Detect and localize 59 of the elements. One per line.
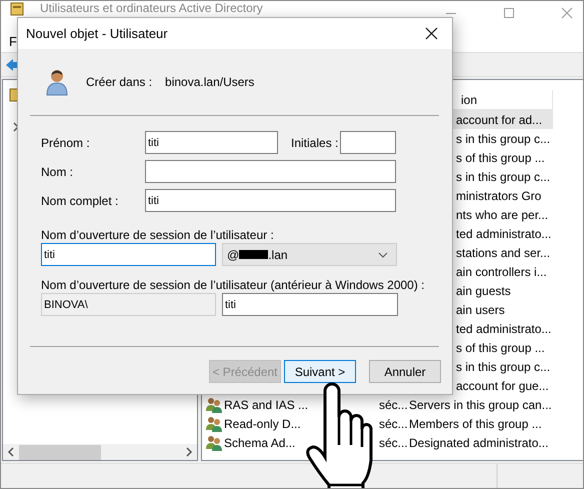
menu-item[interactable]: F bbox=[9, 34, 17, 49]
group-description: ain guests bbox=[456, 284, 511, 298]
group-icon bbox=[206, 396, 222, 412]
window-title: Utilisateurs et ordinateurs Active Directory bbox=[40, 1, 263, 15]
close-icon[interactable] bbox=[425, 27, 438, 40]
create-in-label: Créer dans : bbox=[86, 75, 152, 89]
group-description: account for gue... bbox=[456, 378, 549, 392]
dialog-title: Nouvel objet - Utilisateur bbox=[26, 26, 168, 41]
group-description: Members of this group ... bbox=[409, 416, 542, 430]
group-type: séc... bbox=[379, 398, 408, 412]
group-description: ted administrato... bbox=[456, 226, 552, 240]
field-label: Prénom : bbox=[41, 136, 91, 150]
scroll-thumb[interactable] bbox=[19, 444, 101, 460]
logon-name-field[interactable]: titi bbox=[41, 243, 216, 266]
group-description: ain controllers i... bbox=[456, 264, 547, 278]
group-description: Servers in this group can... bbox=[409, 398, 552, 412]
field-label: Initiales : bbox=[291, 136, 340, 150]
group-name: Schema Ad... bbox=[224, 436, 296, 450]
full-name-field[interactable]: titi bbox=[145, 189, 396, 212]
next-button[interactable]: Suivant > bbox=[284, 360, 356, 383]
group-description: ain users bbox=[456, 302, 505, 316]
column-header[interactable]: ion bbox=[454, 90, 478, 109]
group-name: RAS and IAS ... bbox=[224, 398, 308, 412]
scroll-right-icon[interactable] bbox=[185, 447, 193, 457]
field-label: Nom d’ouverture de session de l’utilisateur (antérieur à Windows 2000) : bbox=[41, 277, 426, 293]
chevron-down-icon[interactable] bbox=[378, 252, 388, 258]
group-description: ted administrato... bbox=[456, 322, 552, 336]
group-icon bbox=[206, 434, 222, 450]
first-name-field[interactable]: titi bbox=[145, 131, 278, 154]
chevron-icon[interactable] bbox=[12, 122, 20, 132]
group-description: s of this group ... bbox=[456, 340, 545, 354]
folder-icon bbox=[10, 2, 24, 16]
group-description: s of this group ... bbox=[456, 150, 545, 164]
group-description: ministrators Gro bbox=[456, 188, 542, 202]
group-type: séc... bbox=[379, 436, 408, 450]
group-description: s in this group c... bbox=[456, 170, 550, 184]
cancel-button[interactable]: Annuler bbox=[369, 360, 441, 383]
field-label: Nom d’ouverture de session de l’utilisateur : bbox=[41, 227, 275, 243]
horizontal-scrollbar[interactable] bbox=[3, 444, 197, 460]
group-description: account for ad... bbox=[456, 112, 542, 126]
field-label: Nom complet : bbox=[41, 194, 120, 208]
group-description: stations and ser... bbox=[456, 246, 550, 260]
maximize-icon[interactable] bbox=[503, 7, 515, 19]
initials-field[interactable] bbox=[340, 131, 396, 154]
group-description: nts who are per... bbox=[456, 208, 548, 222]
group-description: Designated administrato... bbox=[409, 436, 548, 450]
field-label: Nom : bbox=[41, 164, 74, 178]
domain-field: BINOVA\ bbox=[41, 293, 216, 316]
group-type: séc... bbox=[379, 416, 408, 430]
create-in-path: binova.lan/Users bbox=[165, 75, 254, 89]
last-name-field[interactable] bbox=[145, 160, 396, 183]
group-name: Read-only D... bbox=[224, 416, 301, 430]
legacy-logon-field[interactable]: titi bbox=[222, 293, 398, 316]
scroll-left-icon[interactable] bbox=[7, 447, 15, 457]
group-description: s in this group c... bbox=[456, 360, 550, 374]
user-icon bbox=[45, 68, 69, 96]
group-icon bbox=[206, 416, 222, 432]
group-description: s in this group c... bbox=[456, 132, 550, 146]
domain-dropdown[interactable]: @ .lan bbox=[222, 243, 397, 266]
